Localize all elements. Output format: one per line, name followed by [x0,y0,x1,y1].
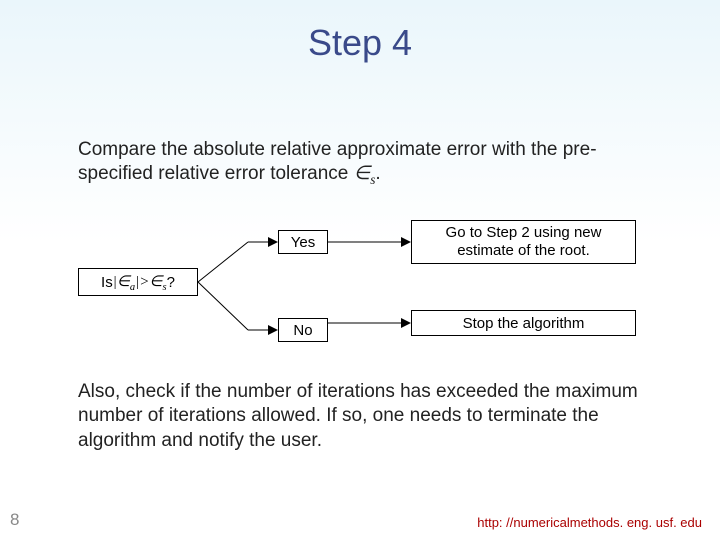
footer-url: http: //numericalmethods. eng. usf. edu [477,515,702,530]
no-label-box: No [278,318,328,342]
no-outcome-box: Stop the algorithm [411,310,636,336]
epsilon-s-symbol: ∈ [149,274,162,290]
flowchart: Is |∈a|>∈s ? Yes No Go to Step 2 using n… [78,220,638,360]
decision-expression: |∈a|>∈s [113,272,167,293]
decision-pre: Is [101,274,113,291]
note-paragraph: Also, check if the number of iterations … [78,380,658,453]
epsilon-a-symbol: ∈ [117,274,130,290]
decision-box: Is |∈a|>∈s ? [78,268,198,296]
intro-text-pre: Compare the absolute relative approximat… [78,139,597,184]
page-number: 8 [10,510,19,530]
intro-text-post: . [375,163,380,184]
decision-post: ? [167,274,175,291]
tolerance-symbol: ∈s [354,163,376,184]
epsilon-symbol: ∈ [354,163,371,184]
yes-label-box: Yes [278,230,328,254]
yes-outcome-box: Go to Step 2 using new estimate of the r… [411,220,636,264]
intro-paragraph: Compare the absolute relative approximat… [78,138,638,188]
slide-title: Step 4 [0,0,720,64]
greater-than: > [139,274,149,290]
